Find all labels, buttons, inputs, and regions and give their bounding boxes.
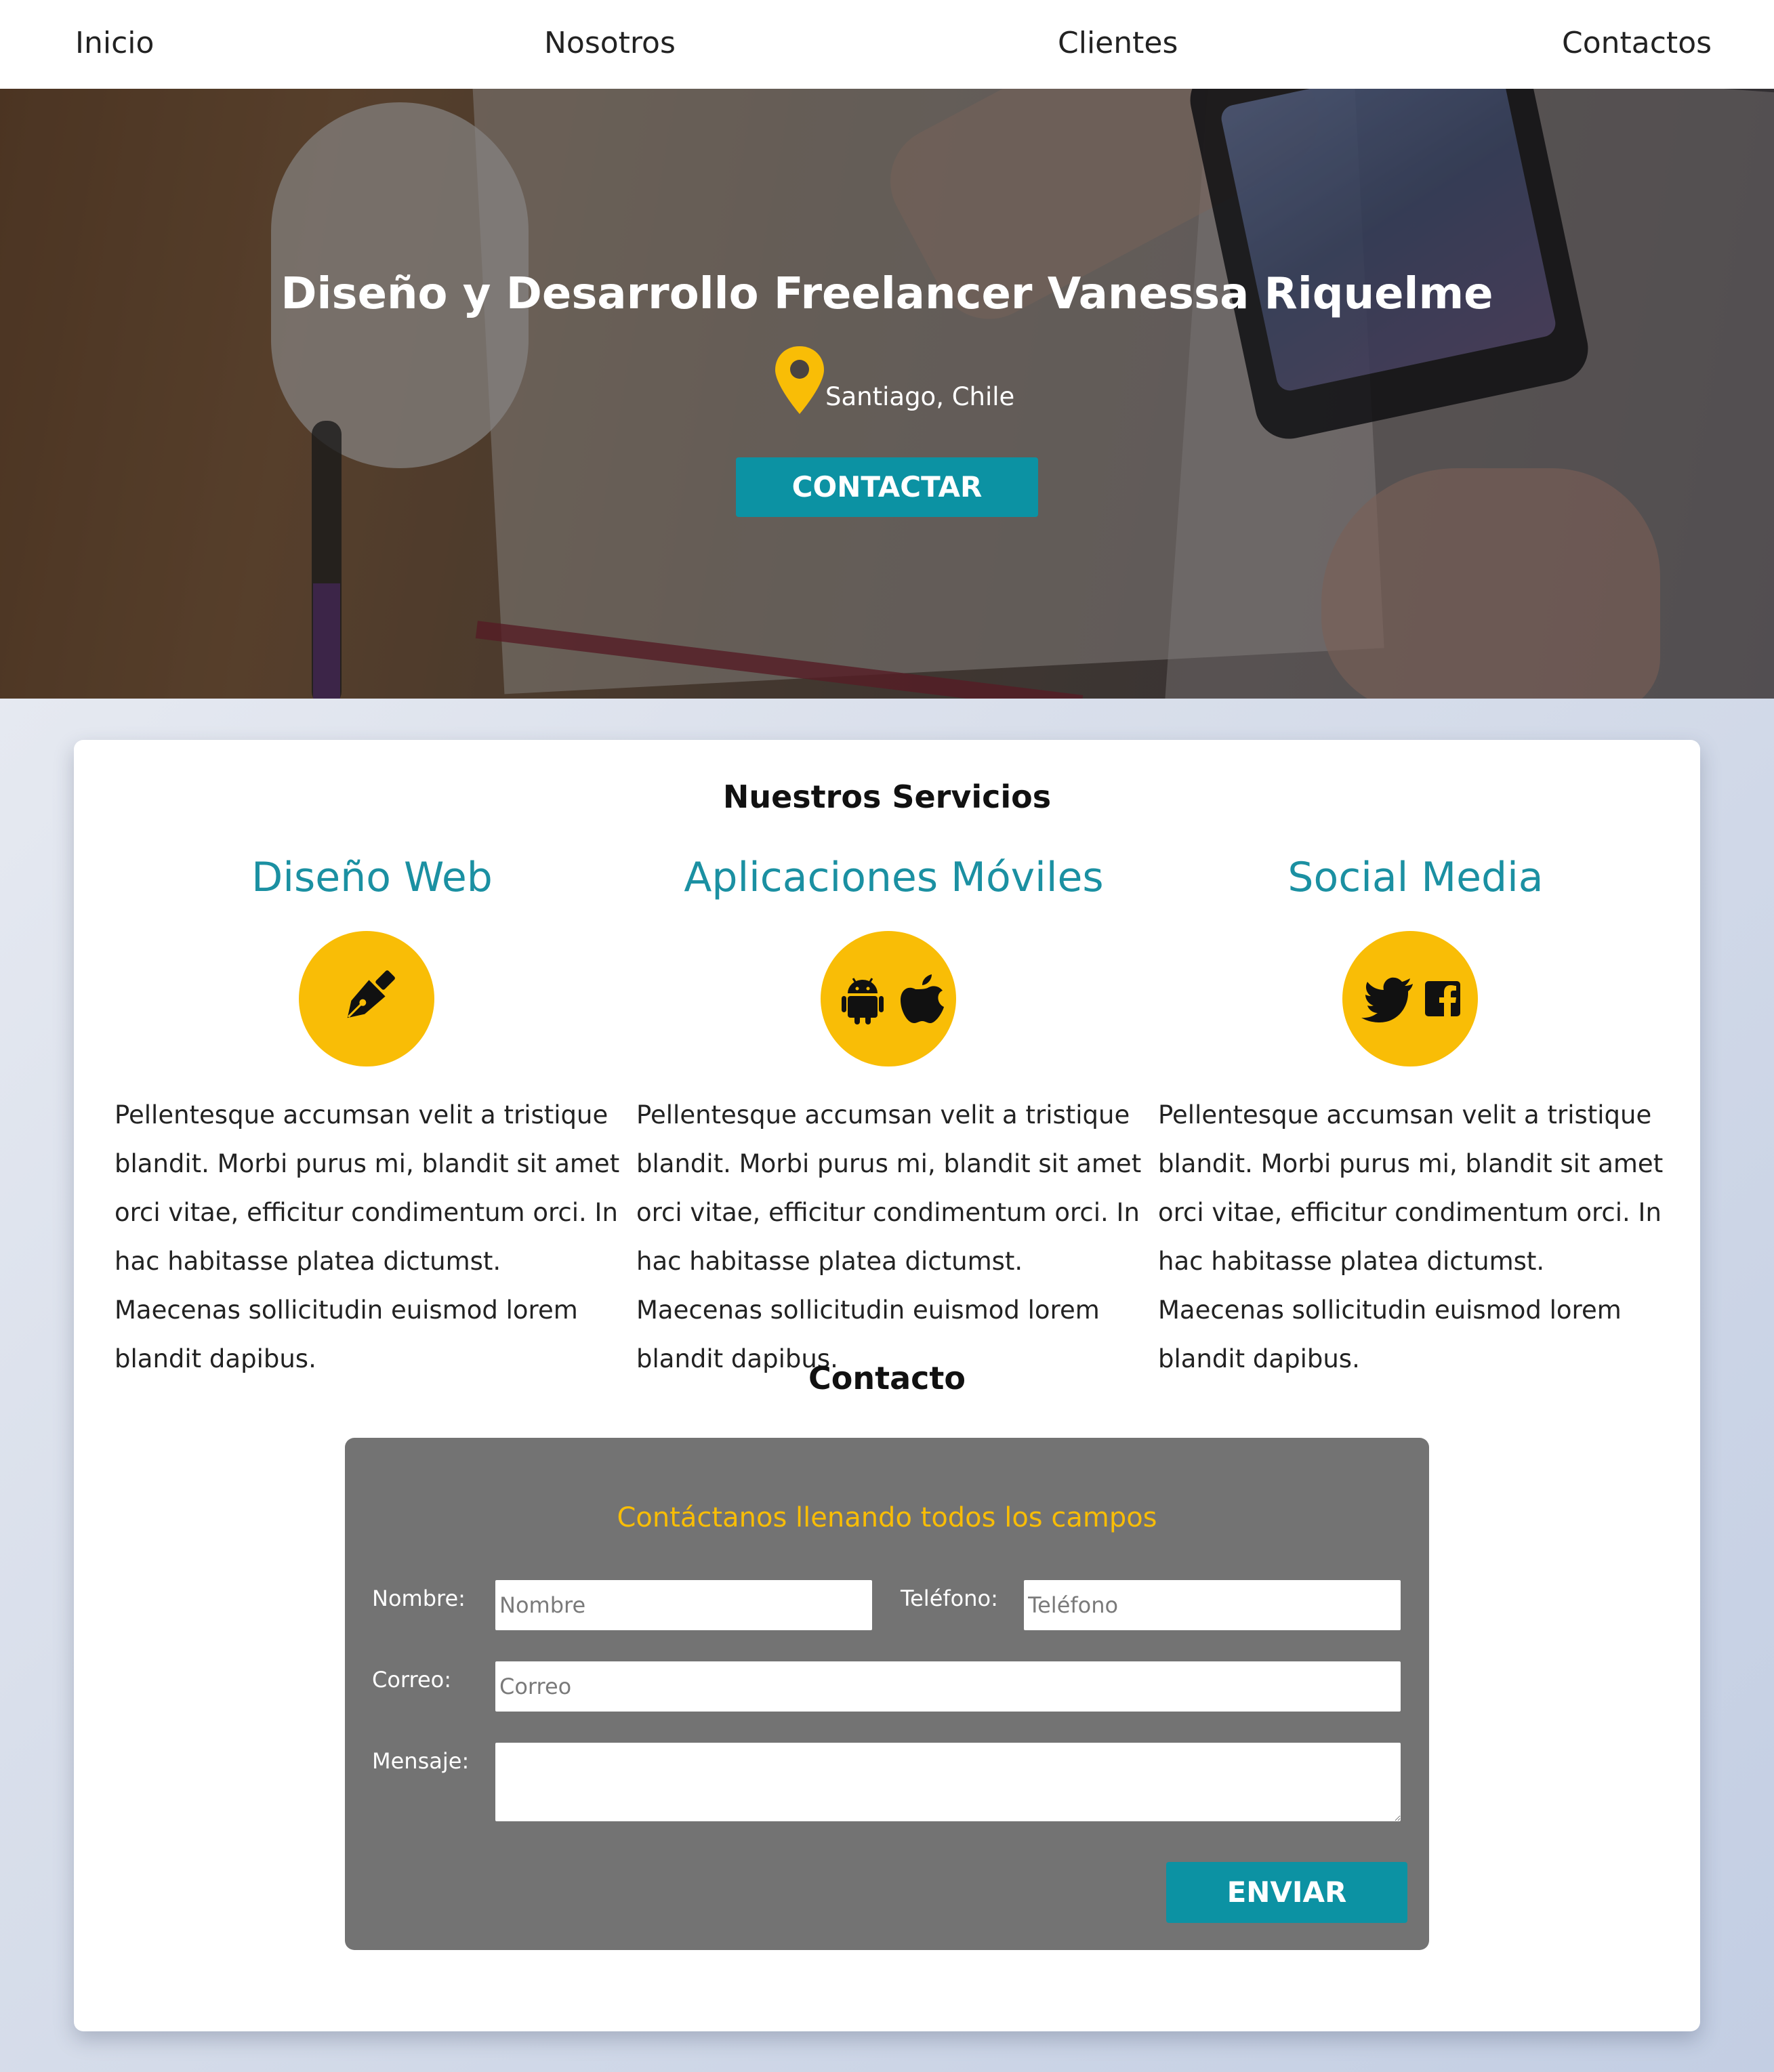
contact-form: Contáctanos llenando todos los campos No… (345, 1438, 1429, 1950)
services-title: Nuestros Servicios (722, 779, 1052, 815)
map-pin-icon (775, 346, 824, 414)
phone-input[interactable] (1024, 1580, 1401, 1630)
message-textarea[interactable] (495, 1743, 1401, 1821)
service-description: Pellentesque accumsan velit a tristique … (115, 1100, 620, 1373)
name-label: Nombre: (372, 1586, 466, 1611)
hero-title: Diseño y Desarrollo Freelancer Vanessa R… (281, 269, 1493, 319)
phone-label: Teléfono: (901, 1586, 998, 1611)
contactar-button[interactable]: CONTACTAR (736, 457, 1038, 517)
nav-link-clientes[interactable]: Clientes (1058, 23, 1178, 64)
twitter-icon (1361, 977, 1413, 1022)
email-input[interactable] (495, 1661, 1401, 1712)
name-input[interactable] (495, 1580, 872, 1630)
contact-title: Contacto (808, 1360, 966, 1396)
service-description: Pellentesque accumsan velit a tristique … (636, 1100, 1142, 1373)
android-icon (842, 978, 884, 1024)
service-description: Pellentesque accumsan velit a tristique … (1158, 1100, 1664, 1373)
enviar-button[interactable]: ENVIAR (1166, 1862, 1407, 1923)
pen-nib-icon (347, 970, 395, 1018)
service-title: Aplicaciones Móviles (684, 854, 1104, 901)
main-card: Nuestros Servicios Diseño Web Pellentesq… (74, 740, 1700, 2031)
service-aplicaciones-moviles: Aplicaciones Móviles Pellentesque accums… (636, 848, 1151, 1373)
email-label: Correo: (372, 1667, 452, 1693)
mobile-icons (842, 974, 944, 1024)
service-title: Social Media (1287, 854, 1544, 901)
service-icon-circle (299, 931, 434, 1066)
social-icons (1361, 977, 1460, 1022)
nav-link-inicio[interactable]: Inicio (75, 23, 154, 64)
apple-icon (901, 974, 944, 1023)
hero-location-text: Santiago, Chile (825, 382, 1015, 411)
service-social-media: Social Media Pellentesque accumsan velit… (1158, 848, 1673, 1373)
service-icon-circle (1342, 931, 1478, 1066)
form-heading: Contáctanos llenando todos los campos (617, 1502, 1157, 1533)
nav-link-contactos[interactable]: Contactos (1562, 23, 1712, 64)
top-nav: Inicio Nosotros Clientes Contactos (0, 0, 1774, 89)
service-diseno-web: Diseño Web Pellentesque accumsan velit a… (115, 848, 630, 1373)
message-label: Mensaje: (372, 1748, 470, 1774)
facebook-icon (1425, 981, 1460, 1016)
hero-banner: Diseño y Desarrollo Freelancer Vanessa R… (0, 89, 1774, 699)
service-title: Diseño Web (251, 854, 493, 901)
nav-link-nosotros[interactable]: Nosotros (544, 23, 676, 64)
service-icon-circle (821, 931, 956, 1066)
